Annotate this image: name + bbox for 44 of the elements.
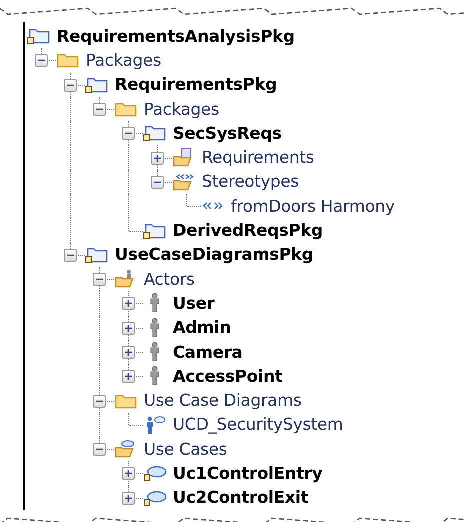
plus-icon: [124, 372, 133, 382]
collapse-toggle[interactable]: [64, 78, 77, 92]
plus-icon: [124, 299, 133, 308]
tree-item-label[interactable]: fromDoors Harmony: [231, 196, 395, 216]
tree-item-label[interactable]: UCD_SecuritySystem: [173, 415, 344, 434]
expand-toggle[interactable]: [122, 370, 135, 384]
plus-icon: [124, 348, 133, 357]
expand-toggle[interactable]: [122, 492, 135, 505]
collapse-toggle[interactable]: [93, 394, 106, 408]
plus-icon: [124, 469, 133, 478]
tree-item-label[interactable]: UseCaseDiagramsPkg: [115, 245, 314, 264]
tree-item-label[interactable]: AccessPoint: [173, 366, 283, 386]
tree-item-label[interactable]: Requirements: [202, 148, 314, 168]
tree-item-label[interactable]: Actors: [144, 270, 195, 289]
tree-item-label[interactable]: Stereotypes: [202, 172, 300, 192]
tree-item-label[interactable]: RequirementsPkg: [115, 75, 278, 94]
tree-item-label[interactable]: Packages: [86, 50, 162, 70]
expand-toggle[interactable]: [151, 152, 164, 165]
tree-item-label[interactable]: Uc1ControlEntry: [173, 464, 323, 483]
expand-toggle[interactable]: [122, 297, 135, 310]
tree-item-label[interactable]: Uc2ControlExit: [173, 488, 309, 508]
collapse-toggle[interactable]: [93, 273, 106, 286]
expand-toggle[interactable]: [122, 346, 135, 359]
expand-toggle[interactable]: [122, 322, 135, 335]
tree-item-label[interactable]: SecSysReqs: [173, 124, 282, 143]
tree-item-label[interactable]: User: [173, 294, 215, 313]
tree-item-label[interactable]: Use Case Diagrams: [144, 391, 302, 410]
tree-item-label[interactable]: Packages: [144, 100, 220, 119]
tree-item-label[interactable]: Camera: [173, 342, 243, 362]
tree-item-label[interactable]: RequirementsAnalysisPkg: [57, 26, 295, 46]
collapse-toggle[interactable]: [122, 127, 135, 140]
collapse-toggle[interactable]: [64, 248, 77, 262]
plus-icon: [124, 494, 133, 503]
tree-item-label[interactable]: Use Cases: [144, 440, 228, 459]
tree-item-label[interactable]: DerivedReqsPkg: [173, 221, 324, 240]
collapse-toggle[interactable]: [35, 54, 48, 68]
plus-icon: [124, 324, 133, 333]
collapse-toggle[interactable]: [151, 176, 164, 189]
expand-toggle[interactable]: [122, 467, 135, 480]
plus-icon: [153, 154, 162, 163]
open-folder-icon: [172, 172, 196, 192]
collapse-toggle[interactable]: [93, 103, 106, 116]
collapse-toggle[interactable]: [93, 443, 106, 456]
tree-item-label[interactable]: Admin: [173, 318, 232, 338]
